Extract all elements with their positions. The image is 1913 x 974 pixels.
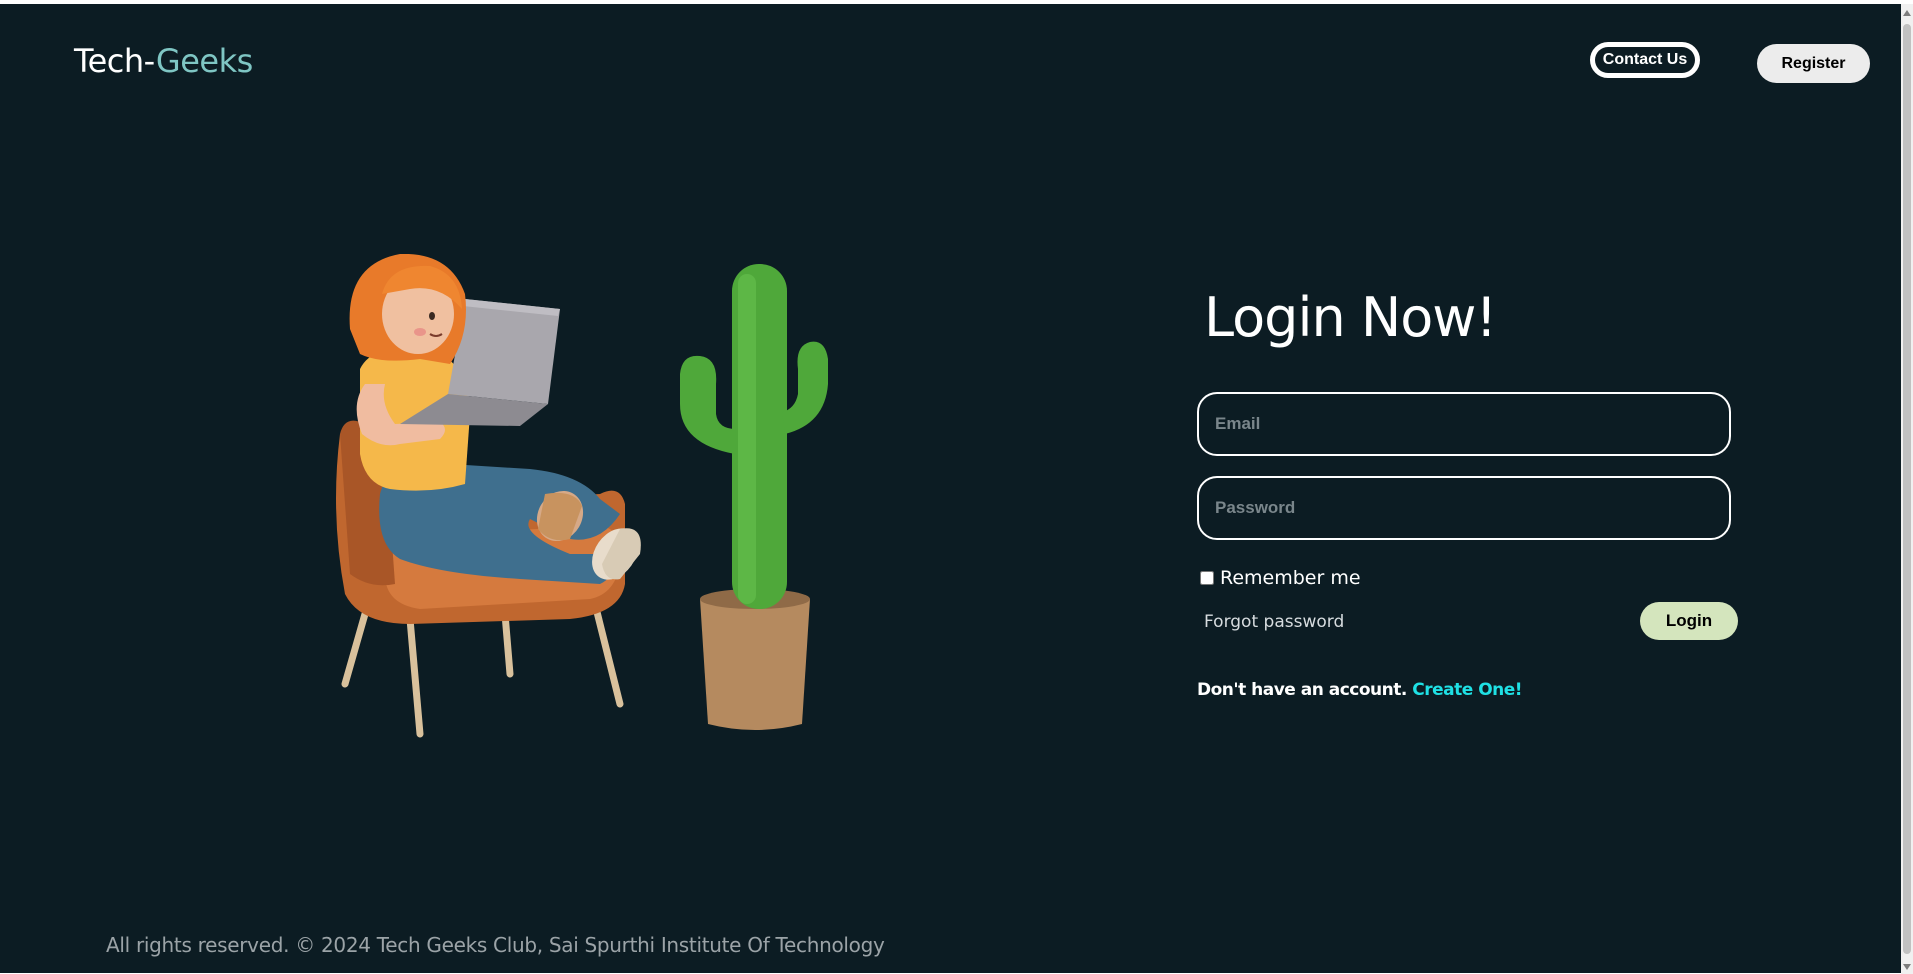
forgot-password-link[interactable]: Forgot password [1204, 612, 1344, 632]
scroll-up-arrow-icon[interactable] [1903, 10, 1911, 16]
signup-prompt: Don't have an account. Create One! [1197, 680, 1523, 700]
remember-me-row[interactable]: Remember me [1200, 567, 1361, 589]
cactus-pot [700, 589, 810, 730]
logo-text-accent: Geeks [155, 42, 253, 80]
scrollbar-thumb[interactable] [1903, 24, 1911, 954]
login-title: Login Now! [1204, 286, 1497, 349]
password-field[interactable] [1197, 476, 1731, 540]
vertical-scrollbar[interactable] [1901, 4, 1913, 974]
remember-me-label: Remember me [1220, 567, 1361, 589]
girl-head [349, 254, 466, 364]
contact-us-button[interactable]: Contact Us [1590, 42, 1700, 78]
login-button[interactable]: Login [1640, 602, 1738, 640]
signup-prompt-text: Don't have an account. [1197, 680, 1407, 700]
remember-me-checkbox[interactable] [1200, 571, 1214, 585]
logo-text-primary: Tech- [74, 42, 156, 80]
register-button[interactable]: Register [1757, 44, 1870, 83]
site-logo[interactable]: Tech-Geeks [74, 42, 253, 80]
email-field[interactable] [1197, 392, 1731, 456]
girl-with-laptop-and-cactus-illustration [336, 254, 828, 738]
footer-copyright: All rights reserved. © 2024 Tech Geeks C… [106, 933, 885, 957]
contact-us-label: Contact Us [1602, 51, 1688, 68]
cactus [680, 264, 828, 609]
create-account-link[interactable]: Create One! [1412, 680, 1522, 700]
scroll-down-arrow-icon[interactable] [1903, 964, 1911, 970]
login-page: Tech-Geeks Contact Us Register Login Now… [0, 4, 1901, 973]
chair-legs [341, 600, 624, 738]
